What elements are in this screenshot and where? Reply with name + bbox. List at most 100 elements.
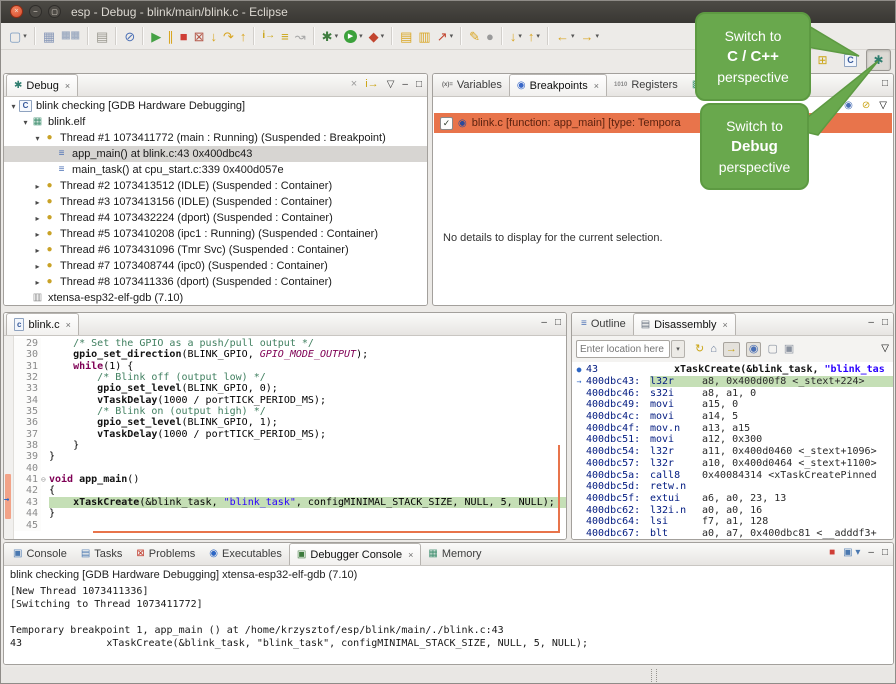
tree-expander-icon[interactable]: ▸: [32, 262, 43, 271]
code-editor[interactable]: → 29 /* Set the GPIO as a push/pull outp…: [4, 336, 566, 539]
open-project-icon[interactable]: ▤: [398, 26, 414, 46]
next-annotation-icon[interactable]: ↓▾: [508, 26, 524, 46]
use-step-filters-icon[interactable]: ↝: [293, 26, 308, 46]
tab-breakpoints[interactable]: ◉Breakpoints×: [509, 74, 607, 96]
tab-executables[interactable]: ◉Executables: [202, 543, 289, 565]
maximize-icon[interactable]: □: [882, 79, 888, 89]
debug-tree-row[interactable]: ▾▦blink.elf: [4, 114, 427, 130]
forward-history-icon[interactable]: →▾: [578, 26, 601, 46]
debug-tree-row[interactable]: ▸●Thread #6 1073431096 (Tmr Svc) (Suspen…: [4, 242, 427, 258]
maximize-icon[interactable]: □: [882, 548, 888, 558]
tree-expander-icon[interactable]: ▸: [32, 278, 43, 287]
close-icon[interactable]: ×: [723, 320, 728, 330]
breakpoint-row[interactable]: ✓ ◉ blink.c [function: app_main] [type: …: [434, 113, 892, 133]
tree-expander-icon[interactable]: ▸: [32, 198, 43, 207]
dropdown-arrow-icon[interactable]: ▾: [450, 32, 454, 40]
window-maximize-button[interactable]: ▢: [48, 5, 61, 18]
new-view-icon[interactable]: ▢: [767, 344, 777, 355]
drop-to-frame-icon[interactable]: ≡: [279, 26, 291, 46]
external-tools-icon[interactable]: ◆▾: [367, 26, 387, 46]
dropdown-arrow-icon[interactable]: ▾: [381, 32, 385, 40]
close-icon[interactable]: ×: [594, 81, 599, 91]
view-menu-icon[interactable]: ▽: [879, 101, 887, 111]
debug-tree-row[interactable]: ▸●Thread #8 1073411336 (dport) (Suspende…: [4, 274, 427, 290]
maximize-icon[interactable]: □: [882, 318, 888, 328]
debug-tree-row[interactable]: ▸●Thread #5 1073410208 (ipc1 : Running) …: [4, 226, 427, 242]
breakpoint-checkbox[interactable]: ✓: [440, 117, 453, 130]
dropdown-arrow-icon[interactable]: ▾: [536, 32, 540, 40]
fold-marker-icon[interactable]: ⊖: [41, 474, 49, 485]
pin-view-icon[interactable]: ▣: [784, 344, 794, 355]
minimize-icon[interactable]: –: [541, 318, 547, 328]
skip-all-breakpoints-icon[interactable]: ⊘: [862, 101, 870, 111]
step-into-icon[interactable]: ↓: [208, 26, 219, 46]
debug-perspective-button[interactable]: ✱: [866, 49, 891, 71]
window-close-button[interactable]: ×: [10, 5, 23, 18]
tab-registers[interactable]: 1010Registers: [607, 74, 685, 96]
tab-debug[interactable]: ✱ Debug ×: [6, 74, 78, 96]
window-minimize-button[interactable]: –: [29, 5, 42, 18]
location-input[interactable]: [576, 340, 670, 358]
dropdown-arrow-icon[interactable]: ▾: [335, 32, 339, 40]
tab-blink-c[interactable]: cblink.c×: [6, 313, 79, 335]
run-icon[interactable]: ▶▾: [342, 26, 365, 46]
instruction-stepping-icon[interactable]: i→: [260, 26, 277, 46]
maximize-icon[interactable]: □: [555, 318, 561, 328]
debug-tree-row[interactable]: ▥xtensa-esp32-elf-gdb (7.10): [4, 290, 427, 306]
debug-tree-row[interactable]: ≡main_task() at cpu_start.c:339 0x400d05…: [4, 162, 427, 178]
tab-variables[interactable]: (x)=Variables: [435, 74, 509, 96]
display-selected-console-icon[interactable]: ▣ ▾: [843, 548, 860, 558]
close-icon[interactable]: ×: [65, 81, 70, 91]
refresh-icon[interactable]: ↻: [695, 344, 704, 355]
tree-expander-icon[interactable]: ▸: [32, 246, 43, 255]
instruction-stepping-mode-icon[interactable]: i→: [365, 79, 378, 90]
skip-all-breakpoints-icon[interactable]: ⊘: [122, 26, 137, 46]
step-over-icon[interactable]: ↷: [221, 26, 236, 46]
home-icon[interactable]: ⌂: [710, 344, 717, 355]
minimize-icon[interactable]: –: [868, 548, 874, 558]
disassembly-listing[interactable]: ●43xTaskCreate(&blink_task, "blink_tas→4…: [572, 362, 893, 539]
cpp-perspective-button[interactable]: C: [838, 49, 863, 71]
build-icon[interactable]: ▤: [94, 26, 110, 46]
minimize-icon[interactable]: –: [868, 318, 874, 328]
tree-expander-icon[interactable]: ▾: [8, 102, 19, 111]
location-dropdown-icon[interactable]: ▾: [671, 340, 685, 358]
view-menu-icon[interactable]: ▽: [387, 80, 395, 90]
tree-expander-icon[interactable]: ▾: [32, 134, 43, 143]
statusbar-drag-handle[interactable]: [651, 669, 657, 682]
dropdown-arrow-icon[interactable]: ▾: [571, 32, 575, 40]
tree-expander-icon[interactable]: ▾: [20, 118, 31, 127]
resume-icon[interactable]: ▶: [149, 26, 163, 46]
remove-all-terminated-icon[interactable]: ×: [351, 79, 357, 90]
track-expression-icon[interactable]: →: [723, 342, 740, 357]
dropdown-arrow-icon[interactable]: ▾: [23, 32, 27, 40]
dropdown-arrow-icon[interactable]: ▾: [518, 32, 522, 40]
toggle-mark-icon[interactable]: ●: [484, 26, 496, 46]
sync-enabled-icon[interactable]: ◉: [746, 342, 762, 357]
view-menu-icon[interactable]: ▽: [881, 344, 889, 354]
format-brush-icon[interactable]: ✎: [467, 26, 482, 46]
terminate-icon[interactable]: ■: [829, 548, 835, 558]
debug-tree[interactable]: ▾Cblink checking [GDB Hardware Debugging…: [4, 97, 427, 305]
back-history-icon[interactable]: ←▾: [554, 26, 577, 46]
dropdown-arrow-icon[interactable]: ▾: [595, 32, 599, 40]
debug-tree-row[interactable]: ≡app_main() at blink.c:43 0x400dbc43: [4, 146, 427, 162]
close-icon[interactable]: ×: [66, 320, 71, 330]
tab-outline[interactable]: ≡Outline: [574, 313, 633, 335]
suspend-icon[interactable]: ∥: [165, 26, 176, 46]
tree-expander-icon[interactable]: ▸: [32, 182, 43, 191]
tree-expander-icon[interactable]: ▸: [32, 214, 43, 223]
maximize-icon[interactable]: □: [416, 80, 422, 90]
debug-icon[interactable]: ✱▾: [320, 26, 340, 46]
debug-tree-row[interactable]: ▸●Thread #3 1073413156 (IDLE) (Suspended…: [4, 194, 427, 210]
link-with-debug-icon[interactable]: ◉: [844, 101, 853, 111]
tree-expander-icon[interactable]: ▸: [32, 230, 43, 239]
save-icon[interactable]: ▦: [41, 26, 57, 46]
step-return-icon[interactable]: ↑: [238, 26, 249, 46]
open-perspective-button[interactable]: ⊞: [810, 49, 835, 71]
dropdown-arrow-icon[interactable]: ▾: [359, 32, 363, 40]
prev-annotation-icon[interactable]: ↑▾: [526, 26, 542, 46]
launch-config-icon[interactable]: ↗▾: [435, 26, 455, 46]
tab-debugger-console[interactable]: ▣Debugger Console×: [289, 543, 421, 565]
debug-tree-row[interactable]: ▾●Thread #1 1073411772 (main : Running) …: [4, 130, 427, 146]
